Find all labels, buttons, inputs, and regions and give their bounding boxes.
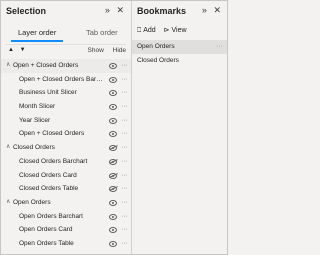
layer-group-row[interactable]: ∧ Open + Closed Orders ··· xyxy=(1,59,131,73)
layer-row[interactable]: Open Orders Card ··· xyxy=(1,223,131,237)
add-bookmark-icon: ⎕ xyxy=(137,27,142,34)
layer-label: Closed Orders xyxy=(13,144,55,152)
tab-layer-order[interactable]: Layer order xyxy=(18,28,56,37)
layer-label: Open Orders Table xyxy=(19,239,74,247)
bookmarks-header-icons[interactable]: » ✕ xyxy=(202,5,223,16)
eye-hidden-icon[interactable] xyxy=(109,186,117,193)
more-options-icon[interactable]: ··· xyxy=(216,40,223,54)
selection-header-icons[interactable]: » ✕ xyxy=(105,5,126,16)
layer-label: Closed Orders Barchart xyxy=(19,157,88,165)
bookmark-label: Open Orders xyxy=(137,43,175,50)
bookmarks-pane-title: Bookmarks xyxy=(137,6,187,16)
tab-tab-order[interactable]: Tab order xyxy=(86,28,118,37)
selection-pane: Selection » ✕ Layer order Tab order ▲ ▼ … xyxy=(1,1,132,254)
more-options-icon[interactable]: ··· xyxy=(122,114,128,128)
layer-group-row[interactable]: ∧ Closed Orders ··· xyxy=(1,141,131,155)
hide-all-button[interactable]: Hide xyxy=(113,47,126,54)
close-icon[interactable]: ✕ xyxy=(213,5,223,15)
more-options-icon[interactable]: ··· xyxy=(122,182,128,196)
bookmarks-pane: Bookmarks » ✕ ⎕ Add ⊳ View Open Orders ··· C… xyxy=(132,1,227,254)
layer-row[interactable]: Closed Orders Barchart ··· xyxy=(1,155,131,169)
eye-hidden-icon[interactable] xyxy=(109,145,117,152)
layer-row[interactable]: Open Orders Table ··· xyxy=(1,237,131,251)
tabs-divider xyxy=(6,44,126,45)
eye-icon[interactable] xyxy=(109,63,117,69)
layer-label: Month Slicer xyxy=(19,103,56,111)
chevron-up-icon[interactable]: ∧ xyxy=(6,196,13,210)
eye-icon[interactable] xyxy=(109,199,117,206)
chevron-up-icon[interactable]: ∧ xyxy=(6,59,13,73)
view-label: View xyxy=(171,27,187,34)
more-options-icon[interactable]: ··· xyxy=(122,196,128,210)
layer-label: Closed Orders Table xyxy=(19,185,79,193)
move-up-icon[interactable]: ▲ xyxy=(8,47,16,53)
layer-list: ∧ Open + Closed Orders ··· Open + Closed Or… xyxy=(1,59,131,251)
layer-label: Open + Closed Orders xyxy=(19,130,85,138)
layer-row[interactable]: Closed Orders Table ··· xyxy=(1,182,131,196)
eye-icon[interactable] xyxy=(109,213,117,220)
add-bookmark-button[interactable]: ⎕ Add xyxy=(137,27,156,35)
move-down-icon[interactable]: ▼ xyxy=(20,47,28,53)
eye-hidden-icon[interactable] xyxy=(109,172,117,179)
eye-icon[interactable] xyxy=(109,240,117,247)
layer-group-row[interactable]: ∧ Open Orders ··· xyxy=(1,196,131,210)
layer-label: Open Orders Card xyxy=(19,226,73,234)
layer-row[interactable]: Open + Closed Orders Barch... ··· xyxy=(1,73,131,87)
eye-icon[interactable] xyxy=(109,131,117,138)
collapse-icon[interactable]: » xyxy=(202,5,209,15)
chevron-up-icon[interactable]: ∧ xyxy=(6,141,13,155)
selection-pane-title: Selection xyxy=(6,6,47,16)
layer-row[interactable]: Month Slicer ··· xyxy=(1,100,131,114)
layer-label: Open Orders xyxy=(13,198,51,206)
active-tab-indicator xyxy=(11,40,63,42)
layer-row[interactable]: Open + Closed Orders ··· xyxy=(1,127,131,141)
bookmarks-toolbar: ⎕ Add ⊳ View xyxy=(137,26,193,35)
panes-container: Selection » ✕ Layer order Tab order ▲ ▼ … xyxy=(0,0,228,255)
show-all-button[interactable]: Show xyxy=(88,47,104,54)
close-icon[interactable]: ✕ xyxy=(116,5,126,15)
layer-label: Year Slicer xyxy=(19,116,51,124)
more-options-icon[interactable]: ··· xyxy=(122,210,128,224)
layer-label: Business Unit Slicer xyxy=(19,89,77,97)
eye-icon[interactable] xyxy=(109,104,117,111)
reorder-arrows: ▲ ▼ xyxy=(8,47,28,53)
layer-label: Closed Orders Card xyxy=(19,171,77,179)
more-options-icon[interactable]: ··· xyxy=(122,127,128,141)
more-options-icon[interactable]: ··· xyxy=(122,100,128,114)
eye-icon[interactable] xyxy=(109,227,117,234)
more-options-icon[interactable]: ··· xyxy=(122,86,128,100)
layer-row[interactable]: Open Orders Barchart ··· xyxy=(1,210,131,224)
layer-label: Open + Closed Orders xyxy=(13,62,79,69)
add-bookmark-label: Add xyxy=(143,27,156,34)
more-options-icon[interactable]: ··· xyxy=(122,73,128,87)
view-button[interactable]: ⊳ View xyxy=(164,26,187,34)
layer-row[interactable]: Year Slicer ··· xyxy=(1,114,131,128)
more-options-icon[interactable]: ··· xyxy=(122,223,128,237)
more-options-icon[interactable]: ··· xyxy=(122,155,128,169)
eye-icon[interactable] xyxy=(109,76,117,83)
bookmark-item[interactable]: Closed Orders xyxy=(132,54,227,68)
show-hide-controls: Show Hide xyxy=(81,47,126,54)
bookmark-item[interactable]: Open Orders ··· xyxy=(132,40,227,54)
layer-row[interactable]: Closed Orders Card ··· xyxy=(1,169,131,183)
bookmark-list: Open Orders ··· Closed Orders xyxy=(132,40,227,68)
more-options-icon[interactable]: ··· xyxy=(122,237,128,251)
more-options-icon[interactable]: ··· xyxy=(122,141,128,155)
collapse-icon[interactable]: » xyxy=(105,5,112,15)
eye-icon[interactable] xyxy=(109,90,117,97)
bookmark-label: Closed Orders xyxy=(137,57,179,64)
eye-hidden-icon[interactable] xyxy=(109,158,117,165)
layer-label: Open + Closed Orders Barch... xyxy=(19,75,103,83)
more-options-icon[interactable]: ··· xyxy=(122,169,128,183)
view-icon: ⊳ xyxy=(163,27,170,34)
layer-row[interactable]: Business Unit Slicer ··· xyxy=(1,86,131,100)
eye-icon[interactable] xyxy=(109,117,117,124)
layer-label: Open Orders Barchart xyxy=(19,212,83,220)
more-options-icon[interactable]: ··· xyxy=(122,59,128,73)
selection-tabs: Layer order Tab order xyxy=(6,28,126,42)
